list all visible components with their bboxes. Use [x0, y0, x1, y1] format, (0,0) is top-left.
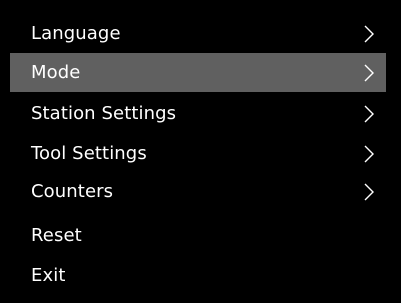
chevron-right-icon — [364, 145, 374, 163]
chevron-right-icon — [364, 25, 374, 43]
chevron-right-icon — [364, 64, 374, 82]
chevron-right-icon — [364, 105, 374, 123]
settings-menu-screen: Language Mode Station Settings Tool Sett… — [0, 0, 401, 303]
menu-item-label: Reset — [31, 225, 82, 246]
menu-item-station-settings[interactable]: Station Settings — [10, 94, 386, 133]
menu-item-label: Language — [31, 23, 121, 44]
menu-item-reset[interactable]: Reset — [10, 216, 386, 255]
menu-item-label: Mode — [31, 62, 81, 83]
menu-item-label: Tool Settings — [31, 143, 147, 164]
menu-item-language[interactable]: Language — [10, 14, 386, 53]
menu-item-exit[interactable]: Exit — [10, 256, 386, 295]
menu-item-label: Station Settings — [31, 103, 177, 124]
menu-item-label: Counters — [31, 181, 114, 202]
menu-item-tool-settings[interactable]: Tool Settings — [10, 134, 386, 173]
menu-item-counters[interactable]: Counters — [10, 172, 386, 211]
menu-item-mode[interactable]: Mode — [10, 53, 386, 92]
menu-item-label: Exit — [31, 265, 66, 286]
chevron-right-icon — [364, 183, 374, 201]
